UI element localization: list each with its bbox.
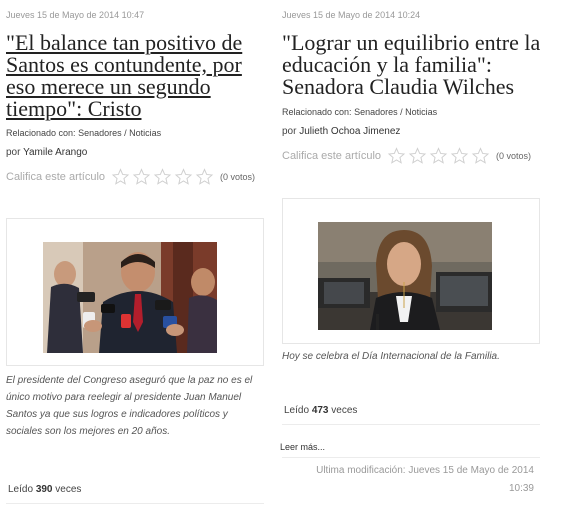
- read-count: Leído 473 veces: [284, 405, 357, 416]
- author-link[interactable]: Julieth Ochoa Jimenez: [299, 126, 400, 137]
- byline: por Yamile Arango: [6, 147, 87, 158]
- rating-label: Califica este artículo: [6, 171, 106, 183]
- rating-stars: [111, 168, 214, 186]
- modified-line-1: Ultima modificación: Jueves 15 de Mayo d…: [316, 465, 534, 476]
- modified-line-2: 10:39: [508, 483, 534, 494]
- reads-prefix: Leído: [8, 484, 34, 495]
- rating-label: Califica este artículo: [282, 150, 382, 162]
- read-more-link[interactable]: Leer más...: [280, 442, 325, 452]
- related-line: Relacionado con: Senadores / Noticias: [6, 128, 161, 138]
- votes-count: (0 votos): [496, 151, 532, 161]
- star-icon[interactable]: [153, 168, 172, 186]
- press-scrum-image: [43, 242, 217, 353]
- related-prefix: Relacionado con:: [6, 128, 76, 138]
- star-icon[interactable]: [450, 147, 469, 165]
- senator-portrait-image: [318, 222, 492, 330]
- star-icon[interactable]: [111, 168, 130, 186]
- divider: [282, 424, 540, 425]
- read-count: Leído 390 veces: [8, 484, 81, 495]
- star-icon[interactable]: [471, 147, 490, 165]
- article-photo: [43, 242, 217, 353]
- reads-suffix: veces: [55, 484, 82, 495]
- star-icon[interactable]: [195, 168, 214, 186]
- rating-widget: Califica este artículo (0 votos): [282, 147, 531, 165]
- article-date: Jueves 15 de Mayo de 2014 10:24: [282, 10, 421, 20]
- star-icon[interactable]: [132, 168, 151, 186]
- photo-caption: Hoy se celebra el Día Internacional de l…: [282, 351, 500, 362]
- divider: [282, 457, 540, 458]
- rating-widget: Califica este artículo (0 votos): [6, 168, 255, 186]
- reads-number: 473: [311, 405, 329, 416]
- votes-count: (0 votos): [220, 172, 256, 182]
- star-icon[interactable]: [429, 147, 448, 165]
- author-link[interactable]: Yamile Arango: [23, 147, 87, 158]
- article-title-link[interactable]: "El balance tan positivo de Santos es co…: [6, 32, 268, 120]
- related-prefix: Relacionado con:: [282, 107, 352, 117]
- related-links[interactable]: Senadores / Noticias: [354, 107, 437, 117]
- byline-prefix: por: [282, 126, 297, 137]
- article-date: Jueves 15 de Mayo de 2014 10:47: [6, 10, 145, 20]
- star-icon[interactable]: [387, 147, 406, 165]
- byline: por Julieth Ochoa Jimenez: [282, 126, 400, 137]
- reads-suffix: veces: [331, 405, 358, 416]
- photo-caption: El presidente del Congreso aseguró que l…: [6, 375, 253, 437]
- article-photo: [318, 222, 492, 330]
- reads-number: 390: [35, 484, 53, 495]
- rating-stars: [387, 147, 490, 165]
- star-icon[interactable]: [174, 168, 193, 186]
- related-links[interactable]: Senadores / Noticias: [78, 128, 161, 138]
- divider: [6, 503, 264, 504]
- related-line: Relacionado con: Senadores / Noticias: [282, 107, 437, 117]
- last-modified: Ultima modificación: Jueves 15 de Mayo d…: [280, 462, 534, 498]
- article-title-link[interactable]: "Lograr un equilibrio entre la educación…: [282, 32, 544, 98]
- reads-prefix: Leído: [284, 405, 310, 416]
- star-icon[interactable]: [408, 147, 427, 165]
- byline-prefix: por: [6, 147, 21, 158]
